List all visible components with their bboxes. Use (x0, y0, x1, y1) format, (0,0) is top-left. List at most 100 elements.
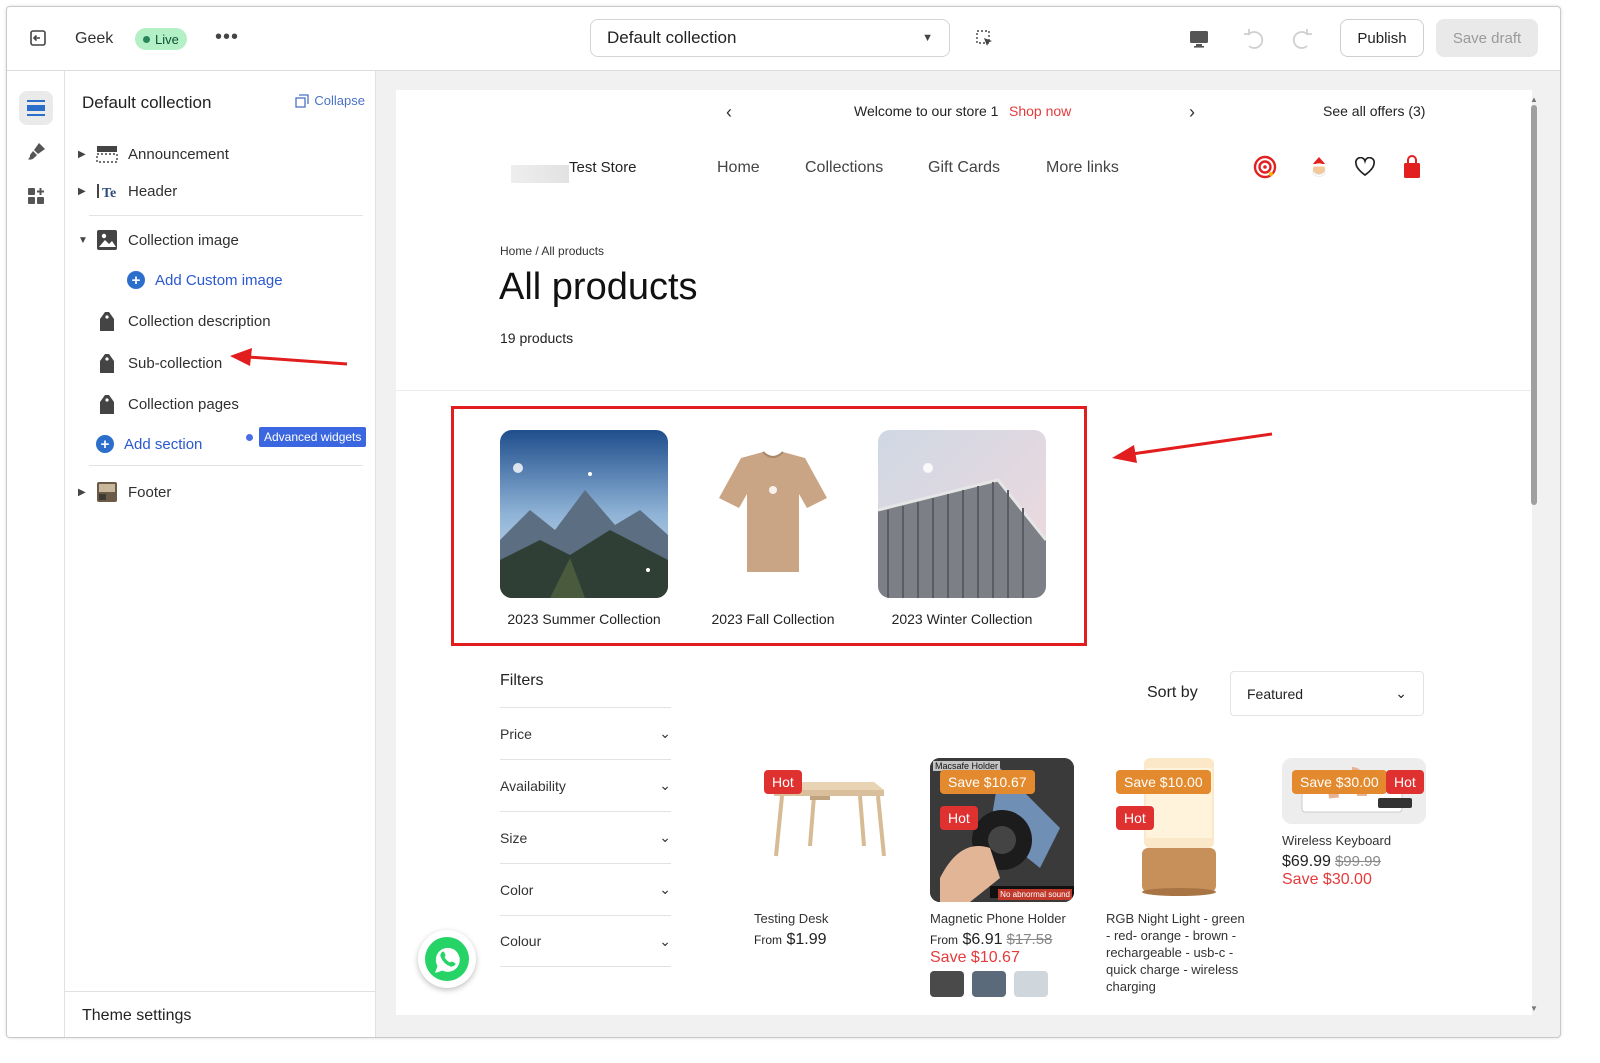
product-name[interactable]: Wireless Keyboard (1282, 832, 1426, 849)
section-footer[interactable]: ▶ Footer (65, 475, 376, 509)
filter-color[interactable]: Color ⌄ (500, 863, 671, 915)
filter-availability[interactable]: Availability ⌄ (500, 759, 671, 811)
price-prefix: From (754, 933, 782, 947)
target-icon[interactable] (1252, 154, 1278, 180)
product-image[interactable]: Save $10.00 Hot (1106, 758, 1250, 902)
whatsapp-icon[interactable] (418, 930, 476, 988)
filter-size[interactable]: Size ⌄ (500, 811, 671, 863)
scroll-up-icon[interactable]: ▲ (1530, 95, 1538, 104)
add-section-button[interactable]: + Add section (96, 435, 202, 453)
caret-right-icon[interactable]: ▶ (78, 487, 90, 498)
desktop-icon[interactable] (1187, 27, 1211, 51)
section-collection-pages[interactable]: Collection pages (65, 387, 376, 421)
variant-swatch[interactable] (972, 971, 1006, 997)
product-image[interactable]: Macsafe Holder No abnormal sound Save $1… (930, 758, 1074, 902)
preview-scrollbar[interactable]: ▲ ▼ (1530, 95, 1538, 1013)
section-sub-collection[interactable]: Sub-collection (65, 346, 376, 380)
product-image[interactable]: Hot (754, 758, 898, 902)
redo-icon[interactable] (1291, 27, 1315, 51)
filter-label: Color (500, 881, 534, 898)
account-icon[interactable] (1306, 154, 1332, 180)
scroll-down-icon[interactable]: ▼ (1530, 1004, 1538, 1013)
announcement-next-button[interactable]: › (1189, 102, 1195, 123)
store-logo[interactable] (511, 165, 569, 183)
product-count: 19 products (500, 330, 574, 346)
sections-icon[interactable] (19, 91, 53, 125)
see-all-offers-link[interactable]: See all offers (3) (1323, 103, 1425, 119)
section-label: Collection description (128, 312, 271, 330)
sort-select[interactable]: Featured ⌄ (1230, 671, 1424, 716)
sections-sidebar: Default collection Collapse ▶ Announceme… (65, 71, 376, 1037)
filter-label: Size (500, 829, 528, 846)
subcollection-image-summer[interactable] (500, 430, 668, 598)
section-announcement[interactable]: ▶ Announcement (65, 137, 376, 171)
nav-more-links[interactable]: More links (1046, 159, 1119, 177)
save-draft-button[interactable]: Save draft (1436, 19, 1538, 57)
publish-button[interactable]: Publish (1340, 19, 1424, 57)
collapse-button[interactable]: Collapse (295, 93, 365, 108)
product-name[interactable]: Magnetic Phone Holder (930, 910, 1074, 927)
section-collection-description[interactable]: Collection description (65, 304, 376, 338)
compare-price: $99.99 (1334, 853, 1381, 870)
filter-colour[interactable]: Colour ⌄ (500, 915, 671, 967)
plus-circle-icon: + (96, 435, 114, 453)
shop-now-link[interactable]: Shop now (1009, 103, 1071, 119)
nav-collections[interactable]: Collections (805, 159, 883, 177)
add-custom-image-label: Add Custom image (155, 271, 283, 289)
theme-settings-button[interactable]: Theme settings (65, 991, 376, 1037)
variant-swatch[interactable] (1014, 971, 1048, 997)
product-name[interactable]: RGB Night Light - green - red- orange - … (1106, 910, 1250, 995)
template-select[interactable]: Default collection ▼ (590, 19, 950, 57)
chevron-down-icon: ▼ (922, 32, 933, 44)
inspector-icon[interactable] (973, 27, 997, 51)
subcollection-label[interactable]: 2023 Fall Collection (673, 611, 873, 627)
subcollection-label[interactable]: 2023 Winter Collection (862, 611, 1062, 627)
cart-icon[interactable] (1399, 154, 1425, 180)
product-card[interactable]: Macsafe Holder No abnormal sound Save $1… (930, 758, 1074, 997)
nav-gift-cards[interactable]: Gift Cards (928, 159, 1000, 177)
product-card[interactable]: Hot Testing Desk From $1.99 (754, 758, 898, 949)
more-actions-button[interactable]: ••• (215, 26, 239, 49)
dot-icon (246, 433, 253, 441)
exit-icon[interactable] (27, 27, 49, 49)
subcollection-label[interactable]: 2023 Summer Collection (484, 611, 684, 627)
section-label: Collection pages (128, 395, 239, 413)
caret-down-icon[interactable]: ▼ (78, 235, 90, 246)
image-icon (96, 229, 118, 251)
header-icon: Te (96, 180, 118, 202)
heart-icon[interactable] (1352, 154, 1378, 180)
caret-right-icon[interactable]: ▶ (78, 186, 90, 197)
price-value: $6.91 (962, 931, 1003, 948)
product-card[interactable]: Save $10.00 Hot RGB Night Light - green … (1106, 758, 1250, 995)
add-custom-image-button[interactable]: + Add Custom image (127, 271, 283, 289)
badge-save: Save $10.67 (940, 770, 1035, 794)
paint-brush-icon[interactable] (19, 135, 53, 169)
apps-icon[interactable] (19, 179, 53, 213)
store-logo-text[interactable]: Test Store (569, 159, 637, 176)
product-image[interactable]: Save $30.00 Hot (1282, 758, 1426, 824)
save-amount: Save $30.00 (1282, 871, 1372, 888)
advanced-widgets-tag[interactable]: Advanced widgets (246, 427, 367, 447)
product-price: $69.99 $99.99 (1282, 853, 1426, 871)
store-preview: ‹ Welcome to our store 1 Shop now › See … (396, 90, 1532, 1015)
section-header[interactable]: ▶ Te Header (65, 174, 376, 208)
product-name[interactable]: Testing Desk (754, 910, 898, 927)
caret-right-icon[interactable]: ▶ (78, 149, 90, 160)
variant-swatch[interactable] (930, 971, 964, 997)
breadcrumb[interactable]: Home / All products (500, 244, 604, 258)
nav-home[interactable]: Home (717, 159, 760, 177)
page-title: All products (499, 266, 698, 308)
filter-price[interactable]: Price ⌄ (500, 707, 671, 759)
section-label: Footer (128, 483, 172, 501)
product-card[interactable]: Save $30.00 Hot Wireless Keyboard $69.99… (1282, 758, 1426, 889)
price-value: $1.99 (786, 931, 827, 948)
subcollection-image-winter[interactable] (878, 430, 1046, 598)
scrollbar-thumb[interactable] (1531, 105, 1537, 505)
announcement-prev-button[interactable]: ‹ (726, 102, 732, 123)
undo-icon[interactable] (1241, 27, 1265, 51)
subcollection-image-fall[interactable] (689, 430, 857, 598)
section-collection-image[interactable]: ▼ Collection image (65, 223, 376, 257)
sort-by-label: Sort by (1147, 684, 1198, 701)
badge-hot: Hot (1116, 806, 1154, 830)
sidebar-title: Default collection (82, 93, 212, 112)
